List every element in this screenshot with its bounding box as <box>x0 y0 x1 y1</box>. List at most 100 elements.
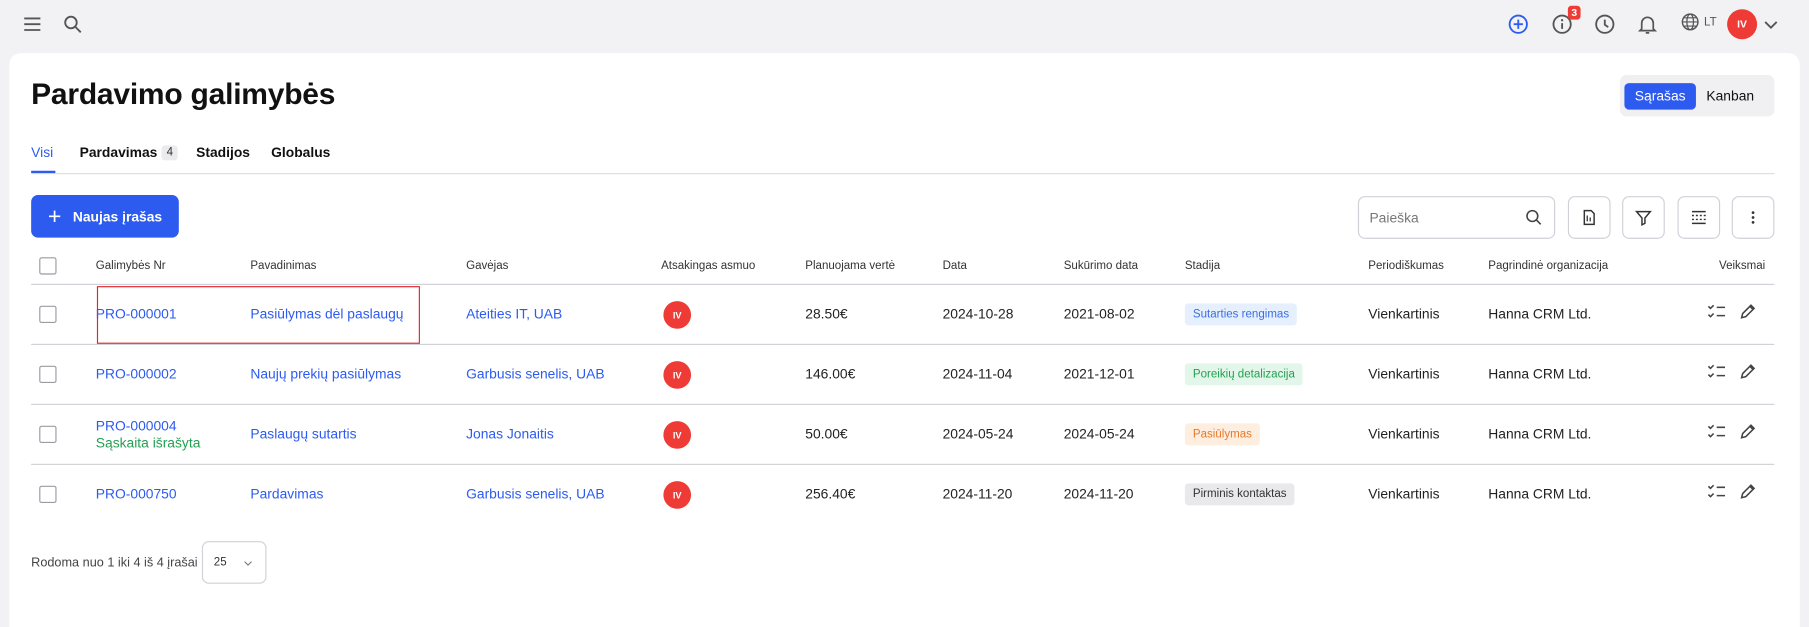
stage-badge: Pasiūlymas <box>1184 423 1261 446</box>
column-header: Veiksmai <box>1719 259 1766 273</box>
responsible-avatar[interactable]: IV <box>663 421 692 449</box>
checklist-icon[interactable] <box>1706 481 1727 502</box>
row-checkbox[interactable] <box>39 305 57 324</box>
column-header[interactable]: Gavėjas <box>466 260 508 273</box>
filter-button[interactable] <box>1622 196 1665 239</box>
tab-visi[interactable]: Visi <box>31 144 53 160</box>
column-header[interactable]: Planuojama vertė <box>805 260 895 273</box>
search-icon[interactable] <box>59 10 87 38</box>
edit-pencil-icon[interactable] <box>1737 421 1758 442</box>
language-code: LT <box>1704 15 1717 29</box>
date: 2024-05-24 <box>942 425 1014 442</box>
chevron-down-icon <box>241 556 255 570</box>
organization: Hanna CRM Ltd. <box>1488 305 1592 322</box>
recipient-link[interactable]: Jonas Jonaitis <box>466 426 554 442</box>
filter-icon <box>1634 208 1654 228</box>
row-checkbox[interactable] <box>39 365 57 384</box>
language-switcher[interactable]: LT <box>1680 12 1717 33</box>
search-input[interactable] <box>1359 197 1510 238</box>
column-header[interactable]: Galimybės Nr <box>96 260 166 273</box>
opportunity-number-link[interactable]: PRO-000002 <box>96 366 177 382</box>
opportunity-name-link[interactable]: Paslaugų sutartis <box>250 426 356 442</box>
opportunity-number-link[interactable]: PRO-000004 <box>96 418 177 434</box>
table-row[interactable]: PRO-000002 Naujų prekių pasiūlymas Garbu… <box>31 345 1775 405</box>
organization: Hanna CRM Ltd. <box>1488 365 1592 382</box>
responsible-avatar[interactable]: IV <box>663 481 692 509</box>
topbar: 3 LT IV <box>0 0 1809 51</box>
columns-button[interactable] <box>1677 196 1721 239</box>
table-row[interactable]: PRO-000750 Pardavimas Garbusis senelis, … <box>31 465 1774 525</box>
stage-badge: Poreikių detalizacija <box>1184 363 1303 386</box>
search-icon[interactable] <box>1524 208 1544 233</box>
periodicity: Vienkartinis <box>1368 305 1440 322</box>
page-title: Pardavimo galimybės <box>31 76 336 111</box>
checklist-icon[interactable] <box>1706 361 1727 382</box>
column-header[interactable]: Sukūrimo data <box>1064 260 1138 273</box>
opportunity-number-link[interactable]: PRO-000001 <box>96 306 177 322</box>
planned-value: 146.00€ <box>805 365 856 382</box>
column-header[interactable]: Data <box>943 260 967 273</box>
created-date: 2024-05-24 <box>1063 425 1135 442</box>
column-header[interactable]: Pavadinimas <box>250 260 316 273</box>
active-tab-indicator <box>31 170 56 174</box>
globe-icon <box>1680 12 1701 33</box>
export-button[interactable] <box>1567 196 1611 239</box>
kanban-view-button[interactable]: Kanban <box>1696 82 1765 109</box>
list-view-button[interactable]: Sąrašas <box>1624 82 1696 110</box>
date: 2024-11-04 <box>942 365 1013 382</box>
organization: Hanna CRM Ltd. <box>1488 425 1592 442</box>
bell-icon[interactable] <box>1634 10 1662 38</box>
clock-icon[interactable] <box>1591 10 1619 38</box>
tab-globalus[interactable]: Globalus <box>271 144 330 160</box>
new-record-label: Naujas įrašas <box>72 208 163 225</box>
periodicity: Vienkartinis <box>1368 425 1440 442</box>
app-root: 3 LT IV Pardavimo galimybės Sąrašas Kanb… <box>0 0 1809 627</box>
info-notification-icon[interactable]: 3 <box>1548 5 1581 38</box>
responsible-avatar[interactable]: IV <box>663 361 692 389</box>
select-all-checkbox[interactable] <box>39 257 57 275</box>
edit-pencil-icon[interactable] <box>1737 481 1758 502</box>
table-row[interactable]: PRO-000004 Sąskaita išrašyta Paslaugų su… <box>31 405 1775 465</box>
column-header[interactable]: Stadija <box>1185 260 1220 273</box>
tab-pardavimas[interactable]: Pardavimas 4 <box>80 144 178 160</box>
recipient-link[interactable]: Garbusis senelis, UAB <box>466 366 604 382</box>
menu-icon[interactable] <box>18 10 46 38</box>
view-switch: Sąrašas Kanban <box>1619 74 1775 117</box>
recipient-link[interactable]: Ateities IT, UAB <box>466 306 562 322</box>
table-row[interactable]: PRO-000001 Pasiūlymas dėl paslaugų Ateit… <box>31 285 1775 345</box>
planned-value: 28.50€ <box>805 305 848 322</box>
responsible-avatar[interactable]: IV <box>663 301 692 329</box>
checklist-icon[interactable] <box>1706 301 1727 322</box>
edit-pencil-icon[interactable] <box>1737 361 1758 382</box>
tab-count-badge: 4 <box>161 144 178 160</box>
document-icon <box>1579 208 1599 228</box>
opportunity-name-link[interactable]: Pardavimas <box>250 486 323 502</box>
user-avatar[interactable]: IV <box>1727 9 1758 40</box>
opportunities-table: Galimybės Nr Pavadinimas Gavėjas Atsakin… <box>31 248 1775 525</box>
edit-pencil-icon[interactable] <box>1737 301 1758 322</box>
recipient-link[interactable]: Garbusis senelis, UAB <box>466 486 604 502</box>
stage-badge: Sutarties rengimas <box>1184 303 1298 326</box>
column-header[interactable]: Periodiškumas <box>1368 260 1444 273</box>
opportunity-name-link[interactable]: Pasiūlymas dėl paslaugų <box>250 306 403 322</box>
chevron-down-icon[interactable] <box>1757 10 1785 38</box>
checklist-icon[interactable] <box>1706 421 1727 442</box>
more-options-button[interactable] <box>1731 196 1775 239</box>
opportunity-number-link[interactable]: PRO-000750 <box>96 486 177 502</box>
tab-label: Globalus <box>271 144 331 161</box>
add-circle-icon[interactable] <box>1504 10 1532 38</box>
column-header[interactable]: Pagrindinė organizacija <box>1488 260 1608 273</box>
column-header[interactable]: Atsakingas asmuo <box>661 260 755 273</box>
row-checkbox[interactable] <box>39 425 57 444</box>
planned-value: 256.40€ <box>805 485 856 502</box>
tab-label: Pardavimas <box>79 144 158 161</box>
stage-badge: Pirminis kontaktas <box>1184 483 1295 506</box>
table-header: Galimybės Nr Pavadinimas Gavėjas Atsakin… <box>31 248 1775 285</box>
search-box <box>1357 196 1556 239</box>
opportunity-name-link[interactable]: Naujų prekių pasiūlymas <box>250 366 401 382</box>
tab-stadijos[interactable]: Stadijos <box>196 144 250 160</box>
invoice-status-label: Sąskaita išrašyta <box>95 434 201 452</box>
row-checkbox[interactable] <box>39 485 57 504</box>
page-size-select[interactable]: 25 <box>202 541 267 584</box>
new-record-button[interactable]: + Naujas įrašas <box>31 194 179 238</box>
